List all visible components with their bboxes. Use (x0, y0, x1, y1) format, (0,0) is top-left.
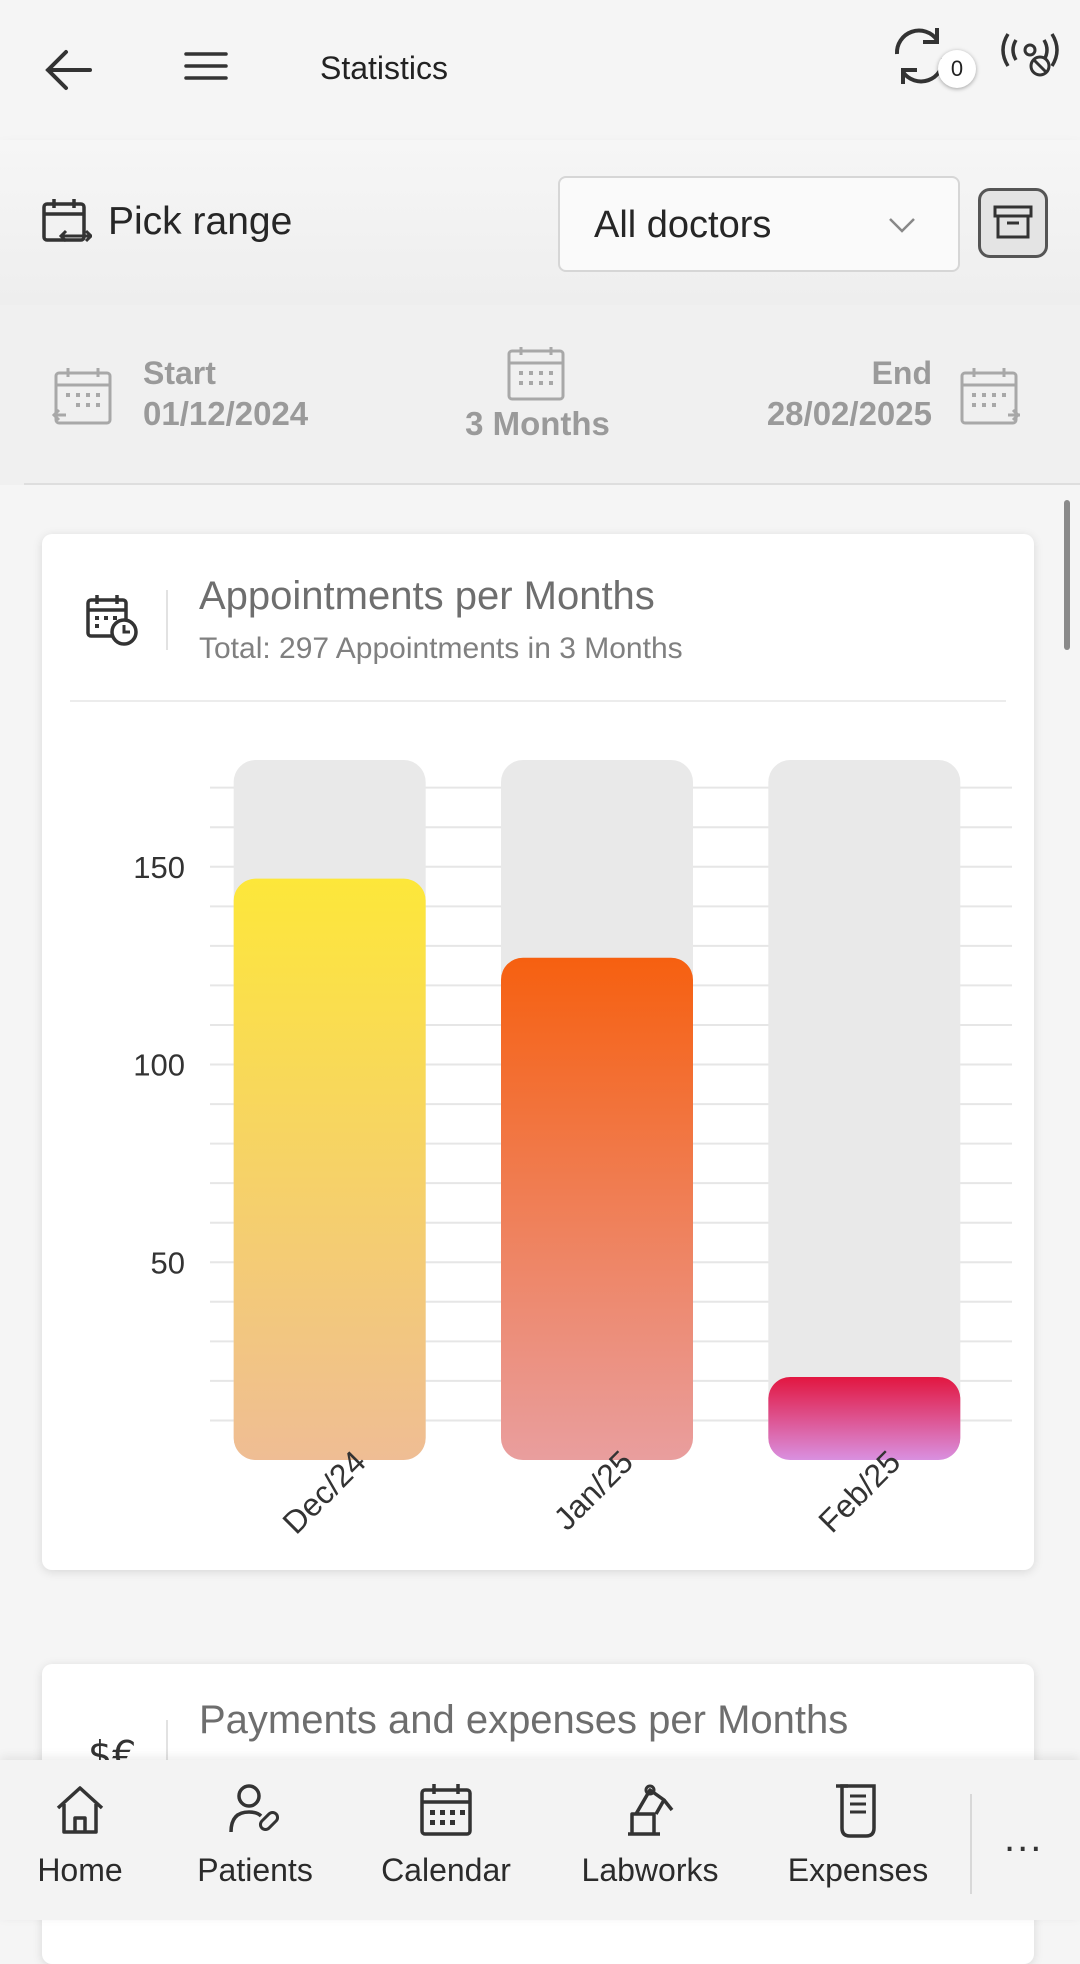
archive-button[interactable] (978, 188, 1048, 258)
calendar-icon (505, 345, 569, 403)
nav-expenses[interactable]: Expenses (776, 1780, 940, 1889)
calendar-end-icon[interactable] (958, 365, 1022, 429)
chevron-down-icon (886, 214, 918, 236)
bar-jan-25[interactable] (501, 957, 693, 1460)
nav-separator (970, 1794, 972, 1894)
pick-range-button[interactable]: Pick range (40, 196, 292, 248)
nav-patients[interactable]: Patients (184, 1780, 326, 1889)
doctor-filter-value: All doctors (594, 204, 772, 246)
labworks-icon (620, 1780, 680, 1840)
scrollbar-thumb[interactable] (1064, 500, 1070, 650)
home-icon (50, 1780, 110, 1840)
bar-background (768, 760, 961, 1460)
end-label: End (871, 355, 932, 391)
calendar-icon (416, 1780, 476, 1840)
nav-labworks-label: Labworks (581, 1852, 719, 1888)
bar-dec-24[interactable] (233, 878, 426, 1460)
doctor-filter-select[interactable]: All doctors (558, 176, 960, 272)
range-divider (24, 483, 1080, 485)
nav-labworks[interactable]: Labworks (570, 1780, 730, 1889)
page-title: Statistics (320, 50, 449, 86)
y-tick-label: 50 (151, 1245, 185, 1280)
more-menu-button[interactable]: ... (1004, 1816, 1043, 1861)
back-arrow-icon[interactable] (40, 46, 96, 94)
nav-calendar[interactable]: Calendar (372, 1780, 520, 1889)
nav-expenses-label: Expenses (787, 1852, 929, 1888)
wireless-off-icon[interactable] (998, 26, 1062, 82)
patients-icon (225, 1780, 285, 1840)
date-range-summary: Start 01/12/2024 3 Months End 28/02/2025 (0, 305, 1080, 485)
nav-home-label: Home (37, 1852, 123, 1888)
archive-icon (981, 191, 1045, 255)
bottom-navigation: Home Patients Calendar Labworks Expenses… (0, 1760, 1080, 1920)
end-date: 28/02/2025 (766, 395, 932, 432)
app-header: Statistics 0 (0, 0, 1080, 140)
card-title: Payments and expenses per Months (199, 1698, 849, 1742)
y-tick-label: 100 (133, 1048, 185, 1083)
expenses-scroll-icon (828, 1780, 888, 1840)
nav-home[interactable]: Home (24, 1780, 136, 1889)
nav-patients-label: Patients (197, 1852, 313, 1888)
appointments-chart-card: Appointments per Months Total: 297 Appoi… (42, 534, 1034, 1570)
appointments-bar-chart: 50100150 Dec/24 Jan/25 Feb/25 (133, 760, 1012, 1541)
calendar-range-icon (40, 196, 92, 248)
hamburger-menu-icon[interactable] (180, 46, 232, 86)
pick-range-label: Pick range (108, 200, 293, 243)
bar-feb-25[interactable] (768, 1376, 961, 1460)
start-label: Start (143, 355, 216, 391)
y-tick-label: 150 (133, 850, 185, 885)
sync-count-badge: 0 (938, 50, 976, 88)
nav-calendar-label: Calendar (381, 1852, 511, 1888)
statistics-toolbar: Pick range All doctors (0, 140, 1080, 305)
